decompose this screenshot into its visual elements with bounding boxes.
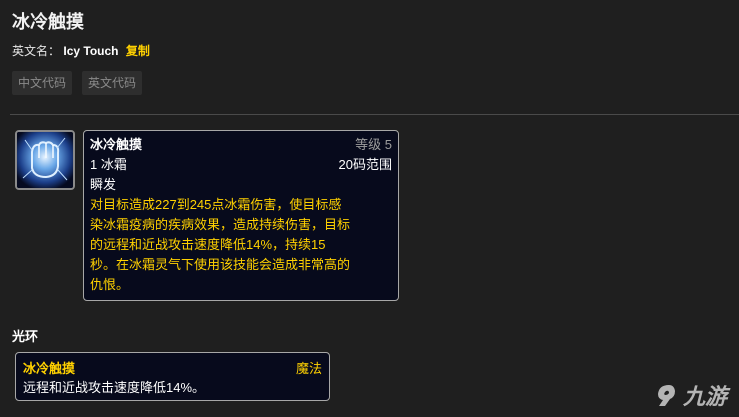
aura-description: 远程和近战攻击速度降低14%。	[23, 380, 206, 395]
aura-box: 冰冷触摸 魔法 远程和近战攻击速度降低14%。	[15, 352, 330, 401]
description-line: 对目标造成227到245点冰霜伤害，使目标感	[90, 197, 342, 212]
english-name-value: Icy Touch	[63, 44, 119, 58]
spell-tooltip: 冰冷触摸 等级 5 1 冰霜 20码范围 瞬发 对目标造成227到245点冰霜伤…	[83, 130, 399, 301]
divider	[10, 114, 739, 115]
chinese-code-button[interactable]: 中文代码	[12, 71, 73, 95]
description-line: 仇恨。	[90, 277, 130, 292]
english-name-row: 英文名： Icy Touch 复制	[12, 42, 150, 59]
aura-type: 魔法	[295, 361, 322, 376]
icy-fist-icon	[15, 130, 75, 190]
aura-section-title: 光环	[12, 329, 39, 344]
tooltip-description: 对目标造成227到245点冰霜伤害，使目标感 染冰霜疫病的疾病效果，造成持续伤害…	[90, 195, 392, 295]
english-name-label: 英文名：	[12, 44, 61, 58]
description-line: 秒。在冰霜灵气下使用该技能会造成非常高的	[90, 257, 351, 272]
description-line: 的远程和近战攻击速度降低14%，持续15	[90, 237, 326, 252]
page-title: 冰冷触摸	[12, 12, 84, 32]
tooltip-level: 等级 5	[355, 137, 392, 152]
copy-link[interactable]: 复制	[126, 44, 150, 58]
english-code-button[interactable]: 英文代码	[82, 71, 143, 95]
tooltip-cast-time: 瞬发	[90, 177, 117, 192]
tooltip-spell-name: 冰冷触摸	[90, 137, 143, 152]
description-line: 染冰霜疫病的疾病效果，造成持续伤害，目标	[90, 217, 351, 232]
watermark-logo-icon	[657, 385, 675, 406]
aura-name: 冰冷触摸	[23, 361, 76, 376]
watermark: 九游	[653, 379, 727, 411]
tooltip-range: 20码范围	[338, 157, 392, 172]
tooltip-cost: 1 冰霜	[90, 157, 127, 172]
watermark-text: 九游	[682, 384, 727, 409]
